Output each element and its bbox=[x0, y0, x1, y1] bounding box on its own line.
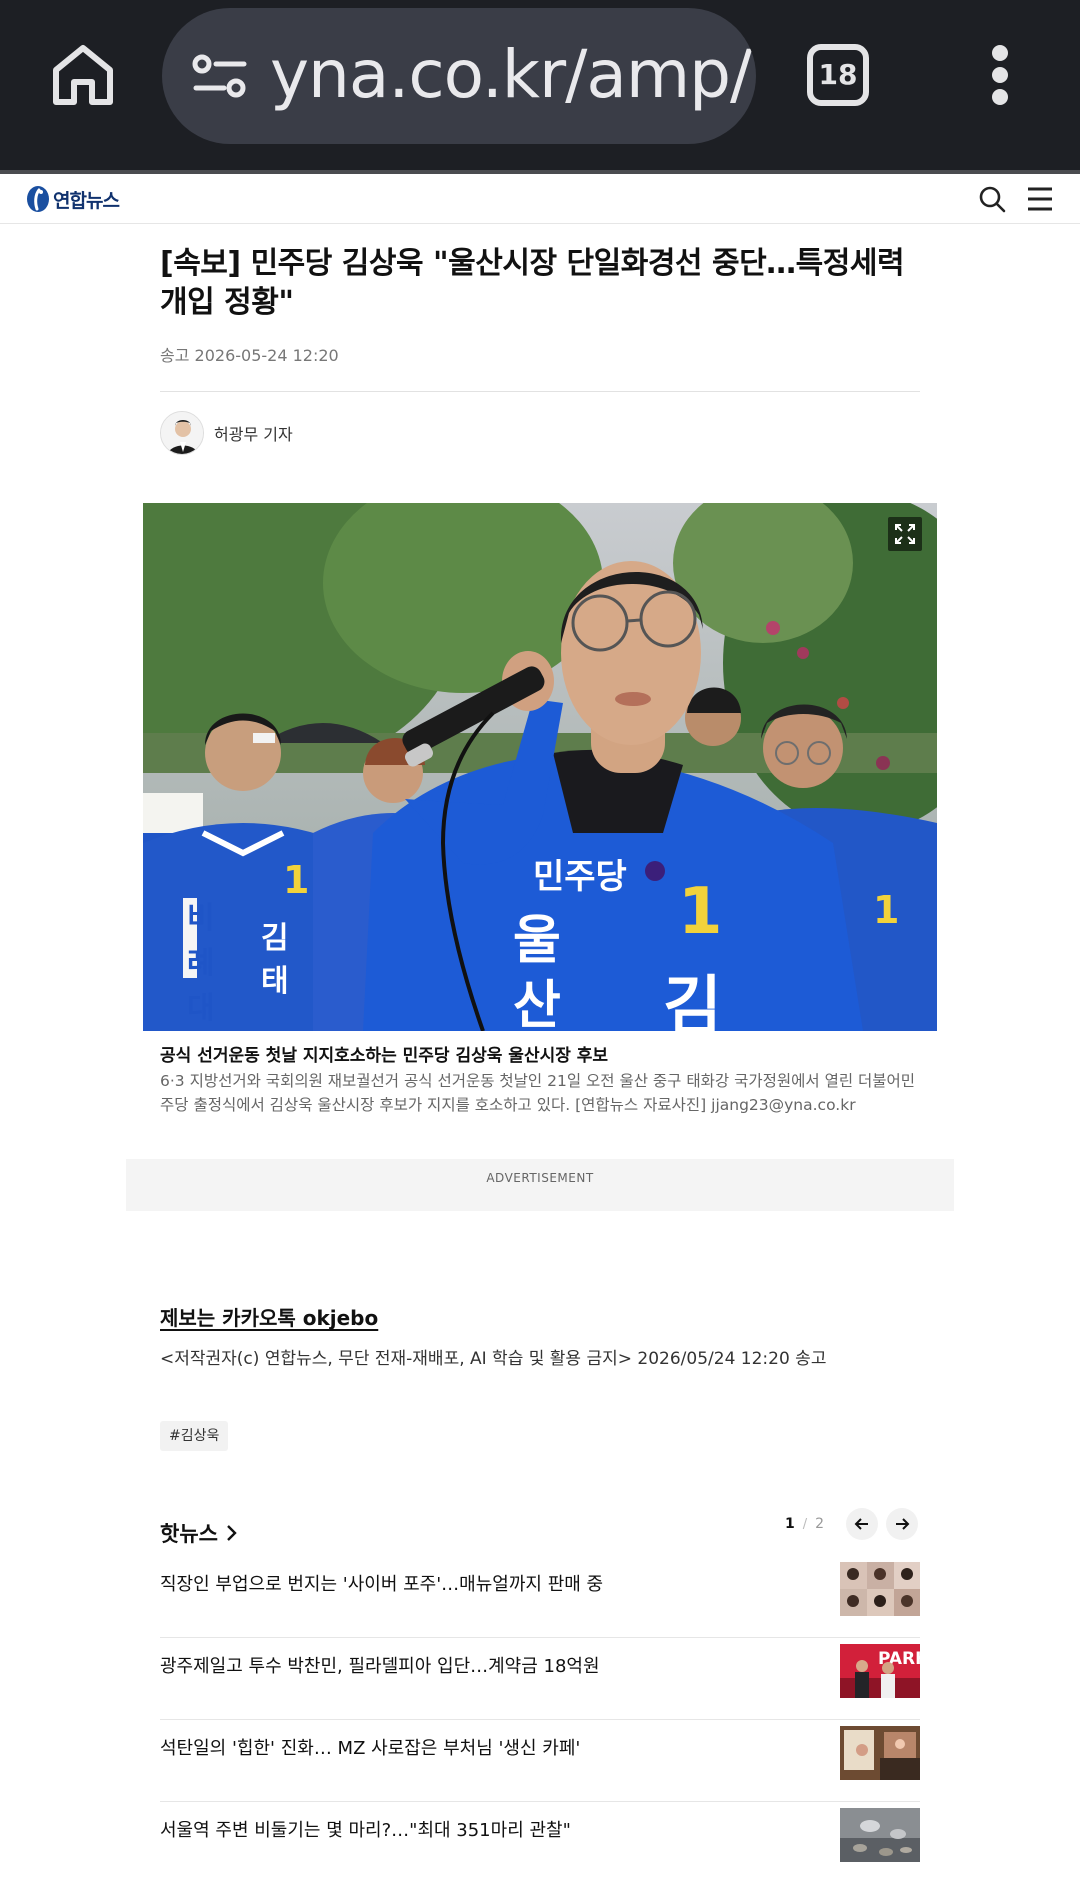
hot-news-thumbnail[interactable]: PARK bbox=[840, 1644, 920, 1698]
fullscreen-icon[interactable] bbox=[888, 517, 922, 551]
svg-text:민주당: 민주당 bbox=[533, 857, 627, 897]
hot-news-title-text[interactable]: 핫뉴스 bbox=[160, 1518, 218, 1548]
author-byline[interactable]: 허광무 기자 bbox=[160, 411, 293, 455]
address-bar[interactable]: yna.co.kr/amp/ bbox=[162, 8, 756, 144]
hot-news-pager: 1 / 2 bbox=[785, 1508, 824, 1540]
hot-news-title[interactable]: 핫뉴스 bbox=[160, 1518, 238, 1548]
pager-total: 2 bbox=[815, 1516, 825, 1532]
pager-current: 1 bbox=[785, 1516, 795, 1532]
svg-text:1: 1 bbox=[873, 888, 899, 932]
advertisement-label: ADVERTISEMENT bbox=[486, 1171, 594, 1185]
site-header: 연합뉴스 bbox=[0, 174, 1080, 224]
svg-text:1: 1 bbox=[283, 858, 309, 902]
hot-news-item-title[interactable]: 광주제일고 투수 박찬민, 필라델피아 입단…계약금 18억원 bbox=[160, 1638, 600, 1696]
author-name[interactable]: 허광무 기자 bbox=[214, 421, 293, 445]
author-avatar bbox=[160, 411, 204, 455]
svg-text:례: 례 bbox=[187, 946, 215, 981]
header-divider bbox=[160, 391, 920, 392]
pager-next-button[interactable] bbox=[886, 1508, 918, 1540]
svg-text:김: 김 bbox=[663, 970, 722, 1031]
hot-news-item-title[interactable]: 석탄일의 '힙한' 진화… MZ 사로잡은 부처님 '생신 카페' bbox=[160, 1720, 580, 1778]
photo-caption-title: 공식 선거운동 첫날 지지호소하는 민주당 김상욱 울산시장 후보 bbox=[160, 1046, 609, 1066]
photo-caption-body: 6·3 지방선거와 국회의원 재보궐선거 공식 선거운동 첫날인 21일 오전 … bbox=[160, 1072, 916, 1114]
hot-news-item[interactable]: 광주제일고 투수 박찬민, 필라델피아 입단…계약금 18억원 PARK bbox=[160, 1638, 920, 1720]
hot-news-item[interactable]: 서울역 주변 비둘기는 몇 마리?…"최대 351마리 관찰" bbox=[160, 1802, 920, 1884]
home-icon[interactable] bbox=[48, 40, 118, 110]
hot-news-thumbnail[interactable] bbox=[840, 1562, 920, 1616]
tabs-button[interactable]: 18 bbox=[807, 44, 869, 106]
more-vert-icon[interactable] bbox=[985, 45, 1015, 107]
publish-date: 송고 2026-05-24 12:20 bbox=[160, 346, 339, 365]
browser-toolbar: yna.co.kr/amp/ 18 bbox=[0, 0, 1080, 170]
article-tag[interactable]: #김상욱 bbox=[160, 1421, 229, 1451]
advertisement-slot[interactable]: ADVERTISEMENT bbox=[126, 1159, 954, 1211]
hot-news-item-title[interactable]: 직장인 부업으로 번지는 '사이버 포주'…매뉴얼까지 판매 중 bbox=[160, 1556, 603, 1614]
search-icon[interactable] bbox=[977, 184, 1007, 214]
chevron-right-icon[interactable] bbox=[226, 1524, 238, 1542]
hot-news-thumbnail[interactable] bbox=[840, 1726, 920, 1780]
svg-text:비: 비 bbox=[187, 901, 215, 936]
arrow-left-icon[interactable] bbox=[846, 1508, 878, 1540]
copyright-notice: <저작권자(c) 연합뉴스, 무단 전재-재배포, AI 학습 및 활용 금지>… bbox=[160, 1349, 827, 1369]
hot-news-thumbnail[interactable] bbox=[840, 1808, 920, 1862]
logo-text: 연합뉴스 bbox=[53, 189, 120, 212]
site-logo[interactable]: 연합뉴스 bbox=[26, 183, 120, 215]
hot-news-item[interactable]: 직장인 부업으로 번지는 '사이버 포주'…매뉴얼까지 판매 중 bbox=[160, 1556, 920, 1638]
url-text[interactable]: yna.co.kr/amp/ bbox=[270, 36, 752, 113]
svg-text:김: 김 bbox=[261, 921, 289, 956]
hamburger-menu-icon[interactable] bbox=[1026, 186, 1054, 212]
pager-separator: / bbox=[802, 1516, 808, 1532]
svg-text:대: 대 bbox=[187, 991, 215, 1026]
pager-prev-button[interactable] bbox=[846, 1508, 878, 1540]
hot-news-item-title[interactable]: 서울역 주변 비둘기는 몇 마리?…"최대 351마리 관찰" bbox=[160, 1802, 571, 1860]
svg-text:태: 태 bbox=[261, 964, 289, 999]
svg-text:산: 산 bbox=[513, 976, 561, 1031]
yonhap-logo-icon bbox=[27, 186, 49, 212]
article-headline: [속보] 민주당 김상욱 "울산시장 단일화경선 중단…특정세력 개입 정황" bbox=[160, 246, 905, 320]
hot-news-item[interactable]: 석탄일의 '힙한' 진화… MZ 사로잡은 부처님 '생신 카페' bbox=[160, 1720, 920, 1802]
svg-text:1: 1 bbox=[678, 875, 723, 949]
tip-link[interactable]: 제보는 카카오톡 okjebo bbox=[160, 1302, 378, 1331]
arrow-right-icon[interactable] bbox=[886, 1508, 918, 1540]
article-photo[interactable]: 1 김 태 비 례 대 대 1 민주당 울 산 1 김 bbox=[143, 503, 937, 1031]
svg-text:울: 울 bbox=[513, 911, 561, 971]
site-settings-icon[interactable] bbox=[192, 52, 248, 100]
